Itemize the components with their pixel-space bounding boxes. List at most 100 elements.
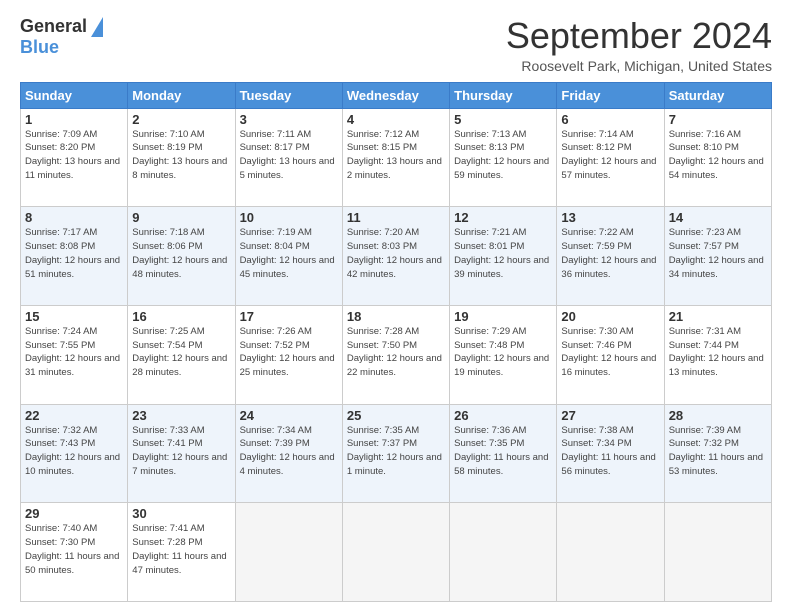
day-info: Sunrise: 7:21 AM Sunset: 8:01 PM Dayligh… [454,226,552,281]
calendar-day-cell: 2 Sunrise: 7:10 AM Sunset: 8:19 PM Dayli… [128,108,235,207]
day-number: 15 [25,309,123,324]
day-number: 18 [347,309,445,324]
subtitle: Roosevelt Park, Michigan, United States [506,58,772,74]
day-info: Sunrise: 7:40 AM Sunset: 7:30 PM Dayligh… [25,522,123,577]
logo-general-text: General [20,16,87,37]
day-number: 8 [25,210,123,225]
day-number: 6 [561,112,659,127]
calendar-day-cell: 18 Sunrise: 7:28 AM Sunset: 7:50 PM Dayl… [342,305,449,404]
day-info: Sunrise: 7:19 AM Sunset: 8:04 PM Dayligh… [240,226,338,281]
day-info: Sunrise: 7:12 AM Sunset: 8:15 PM Dayligh… [347,128,445,183]
day-info: Sunrise: 7:25 AM Sunset: 7:54 PM Dayligh… [132,325,230,380]
calendar-day-cell: 27 Sunrise: 7:38 AM Sunset: 7:34 PM Dayl… [557,404,664,503]
day-info: Sunrise: 7:29 AM Sunset: 7:48 PM Dayligh… [454,325,552,380]
day-info: Sunrise: 7:26 AM Sunset: 7:52 PM Dayligh… [240,325,338,380]
calendar-day-cell: 3 Sunrise: 7:11 AM Sunset: 8:17 PM Dayli… [235,108,342,207]
day-info: Sunrise: 7:16 AM Sunset: 8:10 PM Dayligh… [669,128,767,183]
calendar-day-cell: 28 Sunrise: 7:39 AM Sunset: 7:32 PM Dayl… [664,404,771,503]
calendar-day-cell: 4 Sunrise: 7:12 AM Sunset: 8:15 PM Dayli… [342,108,449,207]
day-info: Sunrise: 7:23 AM Sunset: 7:57 PM Dayligh… [669,226,767,281]
calendar-day-cell: 6 Sunrise: 7:14 AM Sunset: 8:12 PM Dayli… [557,108,664,207]
day-info: Sunrise: 7:31 AM Sunset: 7:44 PM Dayligh… [669,325,767,380]
day-info: Sunrise: 7:41 AM Sunset: 7:28 PM Dayligh… [132,522,230,577]
day-number: 7 [669,112,767,127]
day-info: Sunrise: 7:11 AM Sunset: 8:17 PM Dayligh… [240,128,338,183]
day-info: Sunrise: 7:33 AM Sunset: 7:41 PM Dayligh… [132,424,230,479]
calendar-day-cell: 19 Sunrise: 7:29 AM Sunset: 7:48 PM Dayl… [450,305,557,404]
calendar-day-cell: 14 Sunrise: 7:23 AM Sunset: 7:57 PM Dayl… [664,207,771,306]
day-number: 17 [240,309,338,324]
day-number: 4 [347,112,445,127]
day-number: 22 [25,408,123,423]
calendar-day-cell: 15 Sunrise: 7:24 AM Sunset: 7:55 PM Dayl… [21,305,128,404]
day-info: Sunrise: 7:34 AM Sunset: 7:39 PM Dayligh… [240,424,338,479]
day-number: 1 [25,112,123,127]
calendar-week-row: 1 Sunrise: 7:09 AM Sunset: 8:20 PM Dayli… [21,108,772,207]
day-number: 19 [454,309,552,324]
calendar-day-cell [664,503,771,602]
calendar-day-cell: 30 Sunrise: 7:41 AM Sunset: 7:28 PM Dayl… [128,503,235,602]
day-number: 10 [240,210,338,225]
day-number: 2 [132,112,230,127]
page: General Blue September 2024 Roosevelt Pa… [0,0,792,612]
day-info: Sunrise: 7:17 AM Sunset: 8:08 PM Dayligh… [25,226,123,281]
day-info: Sunrise: 7:30 AM Sunset: 7:46 PM Dayligh… [561,325,659,380]
day-info: Sunrise: 7:14 AM Sunset: 8:12 PM Dayligh… [561,128,659,183]
logo-triangle-icon [91,17,103,37]
calendar-day-cell: 7 Sunrise: 7:16 AM Sunset: 8:10 PM Dayli… [664,108,771,207]
calendar-day-cell: 29 Sunrise: 7:40 AM Sunset: 7:30 PM Dayl… [21,503,128,602]
day-number: 23 [132,408,230,423]
calendar-day-cell: 21 Sunrise: 7:31 AM Sunset: 7:44 PM Dayl… [664,305,771,404]
day-info: Sunrise: 7:35 AM Sunset: 7:37 PM Dayligh… [347,424,445,479]
calendar-table: Sunday Monday Tuesday Wednesday Thursday… [20,82,772,602]
calendar-day-cell: 11 Sunrise: 7:20 AM Sunset: 8:03 PM Dayl… [342,207,449,306]
day-number: 5 [454,112,552,127]
calendar-day-cell: 12 Sunrise: 7:21 AM Sunset: 8:01 PM Dayl… [450,207,557,306]
day-number: 13 [561,210,659,225]
calendar-week-row: 22 Sunrise: 7:32 AM Sunset: 7:43 PM Dayl… [21,404,772,503]
calendar-day-cell: 1 Sunrise: 7:09 AM Sunset: 8:20 PM Dayli… [21,108,128,207]
calendar-day-cell: 25 Sunrise: 7:35 AM Sunset: 7:37 PM Dayl… [342,404,449,503]
calendar-day-cell [235,503,342,602]
logo: General Blue [20,16,103,58]
calendar-day-cell: 13 Sunrise: 7:22 AM Sunset: 7:59 PM Dayl… [557,207,664,306]
day-number: 24 [240,408,338,423]
calendar-week-row: 29 Sunrise: 7:40 AM Sunset: 7:30 PM Dayl… [21,503,772,602]
day-info: Sunrise: 7:36 AM Sunset: 7:35 PM Dayligh… [454,424,552,479]
calendar-day-cell: 9 Sunrise: 7:18 AM Sunset: 8:06 PM Dayli… [128,207,235,306]
calendar-day-cell: 24 Sunrise: 7:34 AM Sunset: 7:39 PM Dayl… [235,404,342,503]
day-number: 14 [669,210,767,225]
day-number: 30 [132,506,230,521]
calendar-day-cell: 5 Sunrise: 7:13 AM Sunset: 8:13 PM Dayli… [450,108,557,207]
calendar-day-cell: 10 Sunrise: 7:19 AM Sunset: 8:04 PM Dayl… [235,207,342,306]
day-number: 11 [347,210,445,225]
calendar-day-cell [342,503,449,602]
day-info: Sunrise: 7:24 AM Sunset: 7:55 PM Dayligh… [25,325,123,380]
day-info: Sunrise: 7:32 AM Sunset: 7:43 PM Dayligh… [25,424,123,479]
header: General Blue September 2024 Roosevelt Pa… [20,16,772,74]
calendar-day-cell [557,503,664,602]
calendar-week-row: 8 Sunrise: 7:17 AM Sunset: 8:08 PM Dayli… [21,207,772,306]
day-info: Sunrise: 7:13 AM Sunset: 8:13 PM Dayligh… [454,128,552,183]
day-number: 29 [25,506,123,521]
day-number: 25 [347,408,445,423]
day-info: Sunrise: 7:18 AM Sunset: 8:06 PM Dayligh… [132,226,230,281]
day-info: Sunrise: 7:20 AM Sunset: 8:03 PM Dayligh… [347,226,445,281]
month-title: September 2024 [506,16,772,56]
day-number: 27 [561,408,659,423]
day-number: 12 [454,210,552,225]
calendar-day-cell: 26 Sunrise: 7:36 AM Sunset: 7:35 PM Dayl… [450,404,557,503]
calendar-day-cell: 22 Sunrise: 7:32 AM Sunset: 7:43 PM Dayl… [21,404,128,503]
day-info: Sunrise: 7:28 AM Sunset: 7:50 PM Dayligh… [347,325,445,380]
day-number: 26 [454,408,552,423]
day-info: Sunrise: 7:22 AM Sunset: 7:59 PM Dayligh… [561,226,659,281]
calendar-day-cell: 16 Sunrise: 7:25 AM Sunset: 7:54 PM Dayl… [128,305,235,404]
header-thursday: Thursday [450,82,557,108]
calendar-day-cell: 23 Sunrise: 7:33 AM Sunset: 7:41 PM Dayl… [128,404,235,503]
day-info: Sunrise: 7:09 AM Sunset: 8:20 PM Dayligh… [25,128,123,183]
header-friday: Friday [557,82,664,108]
day-number: 9 [132,210,230,225]
day-info: Sunrise: 7:38 AM Sunset: 7:34 PM Dayligh… [561,424,659,479]
calendar-day-cell [450,503,557,602]
logo-blue-text: Blue [20,37,59,58]
